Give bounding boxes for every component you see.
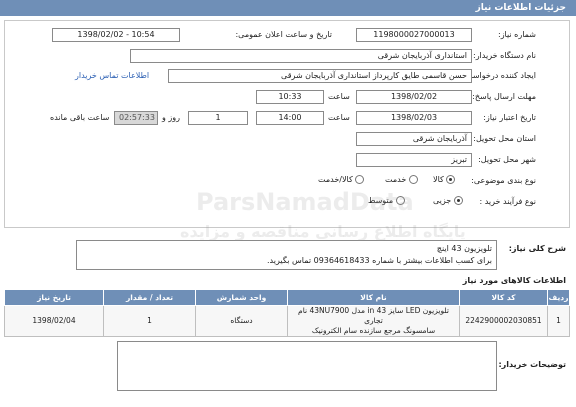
category-label: نوع بندی موضوعی: <box>471 176 536 185</box>
cell-name-line-1: تلویزیون LED سایز in 43 مدل 43NU7900 نام… <box>298 306 449 325</box>
cell-code: 2242900002030851 <box>459 305 548 337</box>
province-field: آذربایجان شرقی <box>356 132 472 146</box>
process-label: نوع فرآیند خرید : <box>479 197 536 206</box>
creator-label: ایجاد کننده درخواست: <box>462 71 536 80</box>
validity-label: تاریخ اعتبار نیاز: <box>483 113 536 122</box>
buyer-contact-link[interactable]: اطلاعات تماس خریدار <box>75 71 149 80</box>
category-option-goods-service[interactable]: کالا/خدمت <box>318 175 365 184</box>
items-table: ردیف کد کالا نام کالا واحد شمارش تعداد /… <box>4 289 570 337</box>
cell-qty: 1 <box>103 305 196 337</box>
deadline-label: مهلت ارسال پاسخ: <box>472 92 536 101</box>
radio-empty-icon[interactable] <box>408 175 418 184</box>
radio-selected-icon[interactable] <box>453 196 463 205</box>
col-code: کد کالا <box>459 289 548 306</box>
city-label: شهر محل تحویل: <box>478 155 536 164</box>
buyer-org-field: استانداری آذربایجان شرقی <box>130 49 472 63</box>
validity-time-label: ساعت <box>328 113 350 122</box>
announce-field: 1398/02/02 - 10:54 <box>52 28 180 42</box>
province-label: استان محل تحویل: <box>473 134 536 143</box>
need-number-field: 1198000027000013 <box>356 28 472 42</box>
cell-name-line-2: سامسونگ مرجع سازنده سام الکترونیک <box>311 326 436 335</box>
remaining-label: ساعت باقی مانده <box>50 113 110 122</box>
description-box: تلویزیون 43 اینچ برای کسب اطلاعات بیشتر … <box>76 240 497 270</box>
radio-empty-icon[interactable] <box>395 196 405 205</box>
cell-name: تلویزیون LED سایز in 43 مدل 43NU7900 نام… <box>287 305 460 337</box>
cell-date: 1398/02/04 <box>4 305 104 337</box>
radio-empty-icon[interactable] <box>355 175 365 184</box>
validity-time-field: 14:00 <box>256 111 324 125</box>
col-name: نام کالا <box>287 289 460 306</box>
announce-label: تاریخ و ساعت اعلان عمومی: <box>235 30 332 39</box>
col-date: تاریخ نیاز <box>4 289 104 306</box>
table-row: 1 2242900002030851 تلویزیون LED سایز in … <box>4 305 570 337</box>
need-number-label: شماره نیاز: <box>498 30 536 39</box>
buyer-org-label: نام دستگاه خریدار: <box>473 51 536 60</box>
cell-unit: دستگاه <box>195 305 288 337</box>
category-option-service[interactable]: خدمت <box>385 175 418 184</box>
description-line-1: تلویزیون 43 اینچ <box>436 244 492 253</box>
validity-date-field: 1398/02/03 <box>356 111 472 125</box>
items-table-header: ردیف کد کالا نام کالا واحد شمارش تعداد /… <box>4 289 570 306</box>
col-qty: تعداد / مقدار <box>103 289 196 306</box>
remaining-days-field: 1 <box>188 111 248 125</box>
radio-selected-icon[interactable] <box>446 175 456 184</box>
deadline-time-label: ساعت <box>328 92 350 101</box>
deadline-date-field: 1398/02/02 <box>356 90 472 104</box>
page-title: جزئیات اطلاعات نیاز <box>0 0 576 16</box>
process-option-minor[interactable]: جزیی <box>433 196 463 205</box>
deadline-time-field: 10:33 <box>256 90 324 104</box>
description-line-2: برای کسب اطلاعات بیشتر با شماره 09364618… <box>267 256 492 265</box>
notes-box <box>117 341 497 391</box>
process-option-medium[interactable]: متوسط <box>368 196 405 205</box>
category-option-goods[interactable]: کالا <box>433 175 456 184</box>
items-section-title: اطلاعات کالاهای مورد نیاز <box>462 276 566 285</box>
cell-row: 1 <box>547 305 570 337</box>
notes-label: توضیحات خریدار: <box>498 360 566 369</box>
days-label: روز و <box>162 113 180 122</box>
col-row: ردیف <box>547 289 570 306</box>
description-label: شرح کلی نیاز: <box>508 244 566 253</box>
col-unit: واحد شمارش <box>195 289 288 306</box>
remaining-time-field: 02:57:33 <box>114 111 158 125</box>
city-field: تبریز <box>356 153 472 167</box>
creator-field: حسن قاسمی طایق کارپرداز استانداری آذربای… <box>168 69 472 83</box>
